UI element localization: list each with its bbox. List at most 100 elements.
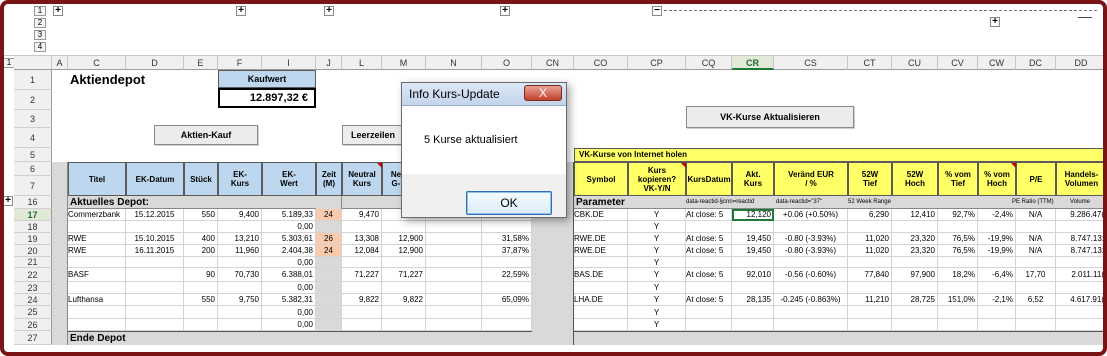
kurse-cell-sym[interactable]: RWE.DE [574,245,628,257]
kurse-cell-vol[interactable]: 8.747.13: [1056,245,1107,257]
depot-cell-stueck[interactable]: 550 [184,294,218,306]
kurse-cell-vol[interactable] [1056,319,1107,331]
kurse-cell-ver[interactable] [774,282,848,294]
depot-cell-wert[interactable]: 2.404,38 [262,245,316,257]
depot-cell-wert[interactable]: 0,00 [262,221,316,233]
depot-cell-titel[interactable] [68,319,126,331]
kurse-cell-pt[interactable] [938,319,978,331]
depot-cell-titel[interactable]: Commerzbank [68,209,126,221]
kurse-cell-yn[interactable]: Y [628,233,686,245]
row-header[interactable]: 4 [14,128,52,148]
depot-cell-ng[interactable]: 12,900 [382,245,426,257]
kurse-cell-akt[interactable]: 19,450 [732,233,774,245]
kurse-cell-sym[interactable]: RWE.DE [574,233,628,245]
kurse-cell-vol[interactable]: 9.286.47( [1056,209,1107,221]
depot-cell-kurs[interactable]: 9,750 [218,294,262,306]
kurse-cell-hoch[interactable] [892,319,938,331]
depot-cell-pct[interactable] [482,221,532,233]
kurse-cell-hoch[interactable] [892,257,938,268]
kurse-cell-tief[interactable]: 11,020 [848,245,892,257]
depot-cell-wert[interactable]: 0,00 [262,282,316,294]
column-header-selected[interactable]: CR [732,56,774,70]
depot-cell-stueck[interactable]: 400 [184,233,218,245]
depot-cell-datum[interactable] [126,306,184,319]
depot-cell-zeit[interactable] [316,268,342,282]
kurse-cell-akt[interactable] [732,282,774,294]
column-header[interactable]: A [52,56,68,70]
row-header[interactable]: 1 [14,70,52,90]
kurse-cell-pe[interactable]: 17,70 [1016,268,1056,282]
column-header[interactable]: F [218,56,262,70]
kurse-cell-yn[interactable]: Y [628,319,686,331]
kurse-cell-pe[interactable] [1016,319,1056,331]
row-header-selected[interactable]: 17 [14,209,52,221]
kurse-cell-kd[interactable]: At close: 5 [686,245,732,257]
depot-cell-datum[interactable]: 15.10.2015 [126,233,184,245]
leerzeilen-button[interactable]: Leerzeilen [342,125,404,145]
depot-cell-stueck[interactable]: 550 [184,209,218,221]
depot-cell-neutral[interactable] [342,257,382,268]
kurse-cell-kd[interactable]: At close: 5 [686,209,732,221]
row-header[interactable]: 21 [14,257,52,268]
depot-cell-stueck[interactable]: 200 [184,245,218,257]
kurse-cell-sym[interactable] [574,282,628,294]
depot-cell-datum[interactable] [126,282,184,294]
depot-cell-ng[interactable]: 12,900 [382,233,426,245]
kurse-cell-pe[interactable] [1016,306,1056,319]
expand-group-icon[interactable]: + [500,6,510,16]
kurse-cell-hoch[interactable]: 12,410 [892,209,938,221]
row-header[interactable]: 26 [14,319,52,331]
depot-cell-stueck[interactable] [184,221,218,233]
kurse-cell-sym[interactable] [574,319,628,331]
kurse-cell-pe[interactable]: N/A [1016,245,1056,257]
expand-rows-icon[interactable]: + [3,196,13,206]
expand-group-icon[interactable]: + [990,17,1000,27]
kurse-cell-pe[interactable] [1016,221,1056,233]
row-header[interactable]: 24 [14,294,52,306]
kurse-cell-hoch[interactable] [892,306,938,319]
kurse-cell-tief[interactable]: 11,020 [848,233,892,245]
depot-cell-empty[interactable] [426,268,482,282]
kurse-cell-akt[interactable]: 19,450 [732,245,774,257]
kurse-cell-hoch[interactable]: 23,320 [892,245,938,257]
depot-cell-titel[interactable]: Lufthansa [68,294,126,306]
dialog-close-button[interactable]: X [524,85,562,101]
kurse-cell-sym[interactable] [574,257,628,268]
depot-cell-titel[interactable] [68,221,126,233]
depot-cell-zeit[interactable] [316,306,342,319]
kurse-cell-pt[interactable]: 76,5% [938,245,978,257]
depot-cell-neutral[interactable] [342,319,382,331]
depot-cell-kurs[interactable] [218,319,262,331]
kurse-cell-tief[interactable] [848,257,892,268]
kurse-cell-hoch[interactable]: 28,725 [892,294,938,306]
depot-cell-wert[interactable]: 0,00 [262,319,316,331]
kurse-cell-akt[interactable]: 28,135 [732,294,774,306]
kurse-cell-ver[interactable]: -0.80 (-3.93%) [774,245,848,257]
column-header[interactable]: CQ [686,56,732,70]
depot-cell-pct[interactable]: 65,09% [482,294,532,306]
depot-cell-zeit[interactable] [316,282,342,294]
kurse-cell-tief[interactable]: 6,290 [848,209,892,221]
depot-cell-stueck[interactable] [184,306,218,319]
depot-cell-empty[interactable] [426,282,482,294]
kurse-cell-tief[interactable]: 77,840 [848,268,892,282]
depot-cell-empty[interactable] [426,245,482,257]
kurse-cell-ph[interactable] [978,319,1016,331]
depot-cell-stueck[interactable] [184,282,218,294]
column-header[interactable]: CO [574,56,628,70]
kurse-cell-kd[interactable] [686,257,732,268]
kurse-cell-sym[interactable]: CBK.DE [574,209,628,221]
kurse-cell-pe[interactable]: 6,52 [1016,294,1056,306]
kurse-cell-akt[interactable] [732,306,774,319]
expand-group-icon[interactable]: + [236,6,246,16]
kurse-cell-vol[interactable] [1056,221,1107,233]
kurse-cell-vol[interactable] [1056,282,1107,294]
depot-cell-pct[interactable] [482,319,532,331]
depot-cell-zeit[interactable] [316,319,342,331]
depot-cell-wert[interactable]: 6.388,01 [262,268,316,282]
kurse-cell-tief[interactable] [848,319,892,331]
kurse-cell-vol[interactable]: 8.747.13: [1056,233,1107,245]
depot-cell-neutral[interactable]: 71,227 [342,268,382,282]
kurse-cell-vol[interactable]: 4.617.91( [1056,294,1107,306]
kurse-cell-ph[interactable] [978,221,1016,233]
